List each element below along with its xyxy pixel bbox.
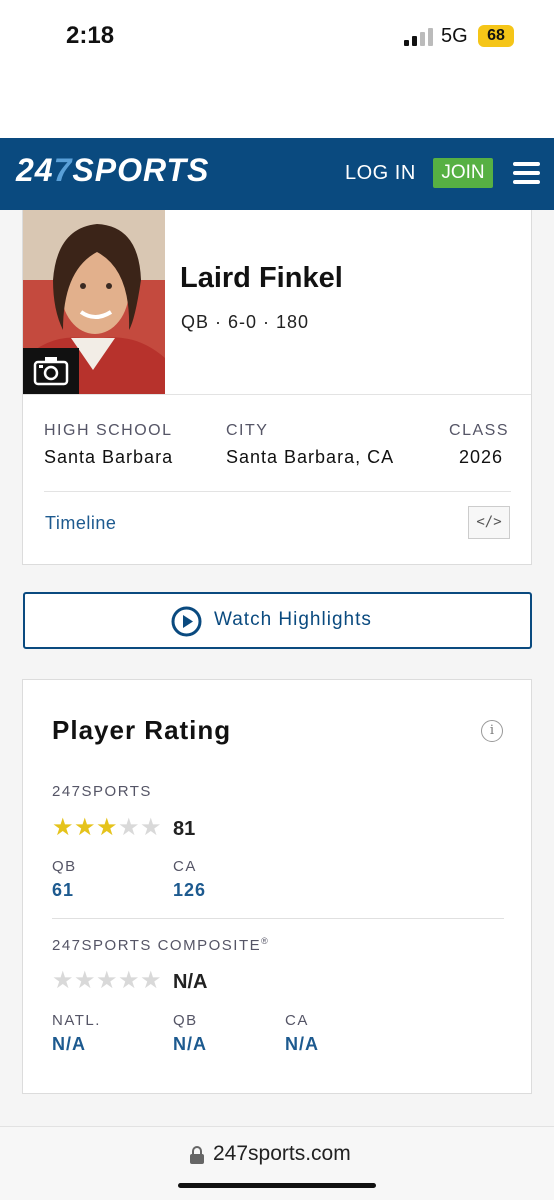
class-label: CLASS (449, 422, 509, 439)
watch-highlights-label: Watch Highlights (214, 609, 372, 630)
timeline-link[interactable]: Timeline (45, 513, 116, 534)
sports247-star-rating: ★★★★★ (52, 814, 162, 841)
divider (23, 394, 531, 395)
home-indicator[interactable] (178, 1183, 376, 1188)
star-icon: ★ (52, 814, 74, 841)
embed-code-button[interactable]: </> (468, 506, 510, 539)
position-rank-label: QB (52, 858, 77, 875)
composite-position-rank-value[interactable]: N/A (173, 1034, 207, 1055)
high-school-value: Santa Barbara (44, 447, 174, 467)
watch-highlights-button[interactable]: Watch Highlights (23, 592, 532, 649)
url-text[interactable]: 247sports.com (213, 1142, 351, 1166)
star-icon: ★ (96, 967, 118, 994)
site-logo[interactable]: 247SPORTS (16, 152, 209, 189)
star-icon: ★ (140, 967, 162, 994)
player-rating-title: Player Rating (52, 715, 232, 745)
city-label: CITY (226, 422, 269, 439)
player-name: Laird Finkel (180, 262, 343, 294)
state-rank-value[interactable]: 126 (173, 880, 206, 901)
lock-icon (190, 1146, 204, 1164)
status-bar: 2:18 5G 68 (0, 0, 554, 138)
star-icon: ★ (140, 814, 162, 841)
national-rank-label: NATL. (52, 1012, 101, 1029)
city-value: Santa Barbara, CA (226, 447, 395, 467)
browser-url-bar[interactable]: 247sports.com (0, 1126, 554, 1200)
star-icon: ★ (118, 814, 140, 841)
divider (52, 918, 504, 919)
composite-score: N/A (173, 971, 208, 993)
status-time: 2:18 (66, 22, 115, 49)
hamburger-menu-icon[interactable] (513, 162, 540, 184)
national-rank-value[interactable]: N/A (52, 1034, 86, 1055)
state-rank-label: CA (173, 858, 197, 875)
sports247-rating-label: 247SPORTS (52, 783, 152, 800)
sports247-score: 81 (173, 818, 196, 840)
high-school-label: HIGH SCHOOL (44, 422, 173, 439)
position-rank-value[interactable]: 61 (52, 880, 74, 901)
login-link[interactable]: LOG IN (345, 162, 416, 185)
battery-icon: 68 (478, 25, 514, 47)
composite-position-rank-label: QB (173, 1012, 198, 1029)
composite-state-rank-value[interactable]: N/A (285, 1034, 319, 1055)
composite-star-rating: ★★★★★ (52, 967, 162, 994)
player-position-height-weight: QB · 6-0 · 180 (181, 312, 310, 332)
player-rating-card: Player Rating i 247SPORTS ★★★★★ 81 QB 61… (22, 679, 532, 1094)
divider (44, 491, 511, 492)
info-icon[interactable]: i (481, 720, 503, 742)
composite-rating-label: 247SPORTS COMPOSITE® (52, 936, 270, 954)
camera-icon[interactable] (23, 348, 79, 394)
star-icon: ★ (96, 814, 118, 841)
star-icon: ★ (118, 967, 140, 994)
class-value: 2026 (458, 447, 503, 467)
composite-state-rank-label: CA (285, 1012, 309, 1029)
signal-icon (404, 28, 434, 46)
star-icon: ★ (74, 814, 96, 841)
site-header: 247SPORTS LOG IN JOIN (0, 138, 554, 210)
star-icon: ★ (74, 967, 96, 994)
join-button[interactable]: JOIN (433, 158, 493, 188)
player-profile-card: Laird Finkel QB · 6-0 · 180 HIGH SCHOOL … (22, 210, 532, 565)
player-photo[interactable] (23, 210, 165, 394)
network-type: 5G (441, 25, 468, 47)
play-circle-icon (171, 606, 202, 637)
star-icon: ★ (52, 967, 74, 994)
